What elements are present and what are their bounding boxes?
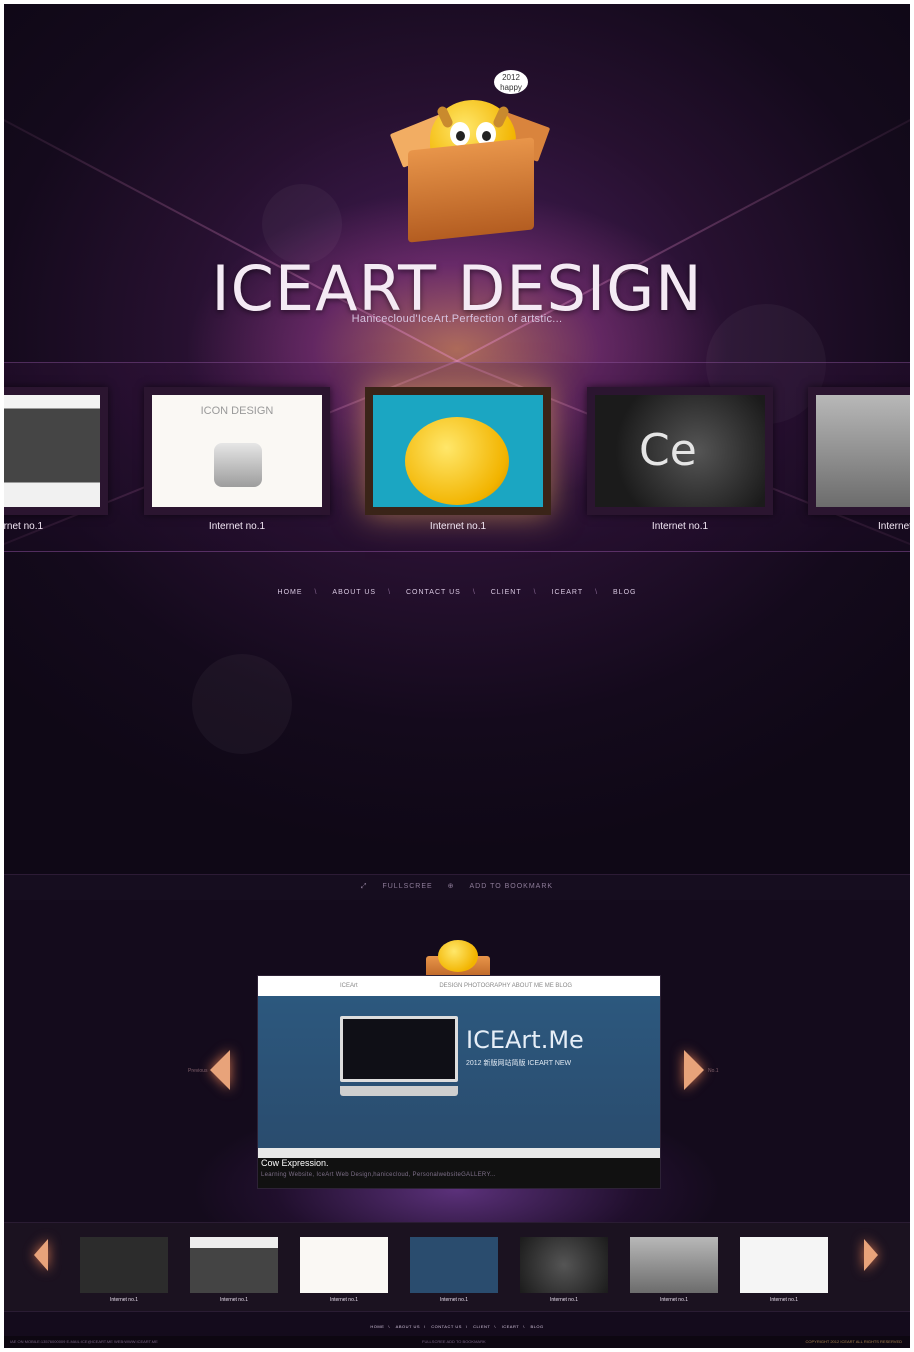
strip-thumb-label: Internet no.1 xyxy=(329,1297,359,1303)
nav-home[interactable]: HOME xyxy=(278,589,303,596)
cow-face-icon xyxy=(405,417,509,505)
thumbnail-ice-logo: Ce xyxy=(595,395,765,507)
bookmark-link[interactable]: ADD TO BOOKMARK xyxy=(469,883,553,890)
mascot-logo[interactable]: 2012 happy xyxy=(389,70,554,243)
carousel-item-label: Internet no.1 xyxy=(651,521,709,532)
strip-thumb[interactable] xyxy=(520,1237,608,1293)
portfolio-carousel: Internet no.1 ICON DESIGN Internet no.1 … xyxy=(4,362,910,552)
next-label: No.1 xyxy=(708,1068,719,1074)
carousel-item[interactable] xyxy=(808,387,910,515)
carousel-item-label: Internet no.1 xyxy=(208,521,266,532)
feature-caption: Cow Expression. xyxy=(261,1158,329,1168)
gallery-page: Previous No.1 ICEArt DESIGN PHOTOGRAPHY … xyxy=(4,900,910,1348)
nav-blog[interactable]: BLOG xyxy=(613,589,636,596)
footer-contact: IAE ON MOBILE:13576000009 E-MAIL:ICE@ICE… xyxy=(10,1339,158,1344)
hero-page: 2012 happy ICEART DESIGN Hanicecloud'Ice… xyxy=(4,4,910,900)
monitor-stand xyxy=(340,1086,458,1096)
footer-nav-blog[interactable]: BLOG xyxy=(530,1324,543,1329)
carousel-item[interactable]: ICON DESIGN xyxy=(144,387,330,515)
strip-thumb[interactable] xyxy=(410,1237,498,1293)
bookmark-icon[interactable]: ⊕ xyxy=(448,883,455,890)
footer-nav-home[interactable]: HOME xyxy=(370,1324,384,1329)
site-subtitle: Hanicecloud'IceArt.Perfection of artstic… xyxy=(351,313,563,325)
prev-arrow-icon[interactable] xyxy=(210,1050,230,1090)
feature-caption-sub: Learning Website, IceArt Web Design,hani… xyxy=(261,1172,496,1178)
footer-nav-client[interactable]: CLIENT xyxy=(473,1324,490,1329)
feature-header-links: DESIGN PHOTOGRAPHY ABOUT ME ME BLOG xyxy=(439,983,573,989)
strip-thumb[interactable] xyxy=(80,1237,168,1293)
speech-bubble: 2012 happy xyxy=(494,70,528,94)
thumbnail-text: ICON DESIGN xyxy=(200,405,274,417)
feature-site-header: ICEArt DESIGN PHOTOGRAPHY ABOUT ME ME BL… xyxy=(258,976,660,996)
strip-thumb-label: Internet no.1 xyxy=(219,1297,249,1303)
fullscreen-icon[interactable]: ⤢ xyxy=(361,883,368,890)
nav-about[interactable]: ABOUT US xyxy=(332,589,376,596)
carousel-item-label: Internet no.1 xyxy=(4,521,44,532)
horn xyxy=(491,104,511,130)
apple-box-icon xyxy=(214,443,262,487)
feature-brand: ICEArt.Me xyxy=(466,1026,584,1054)
footer-nav-iceart[interactable]: ICEART xyxy=(502,1324,520,1329)
bokeh-orb xyxy=(192,654,292,754)
carousel-item-label: Internet no.1 xyxy=(429,521,487,532)
thumbnail-cow-mascot xyxy=(373,395,543,507)
feature-brand-sub: 2012 新版网站简版 ICEART NEW xyxy=(466,1060,572,1067)
footer-nav: HOME \ ABOUT US \ CONTACT US \ CLIENT \ ICEA… xyxy=(370,1324,544,1329)
prev-label: Previous xyxy=(188,1068,208,1074)
site-footer: IAE ON MOBILE:13576000009 E-MAIL:ICE@ICE… xyxy=(4,1336,910,1348)
feature-header-brand: ICEArt xyxy=(340,983,358,989)
page-frame: 2012 happy ICEART DESIGN Hanicecloud'Ice… xyxy=(4,4,910,1348)
ice-logo-icon: Ce xyxy=(639,425,697,476)
featured-project[interactable]: ICEArt DESIGN PHOTOGRAPHY ABOUT ME ME BL… xyxy=(257,975,661,1189)
strip-thumb-label: Internet no.1 xyxy=(439,1297,469,1303)
carousel-item[interactable] xyxy=(4,387,108,515)
main-nav: HOME \ ABOUT US \ CONTACT US \ CLIENT \ ICEA… xyxy=(277,589,637,596)
thumbnail-website xyxy=(4,395,100,507)
thumbnail-strip: Internet no.1 Internet no.1 Internet no.… xyxy=(4,1222,910,1312)
footer-tools[interactable]: FULLSCREE ADD TO BOOKMARK xyxy=(422,1336,486,1348)
strip-thumb-label: Internet no.1 xyxy=(769,1297,799,1303)
fullscreen-link[interactable]: FULLSCREE xyxy=(382,883,432,890)
thumbnail-icon-design: ICON DESIGN xyxy=(152,395,322,507)
box xyxy=(408,137,534,243)
footer-nav-contact[interactable]: CONTACT US xyxy=(431,1324,462,1329)
monitor-illustration xyxy=(340,1016,458,1082)
carousel-item-label: Internet xyxy=(878,521,910,532)
strip-thumb-label: Internet no.1 xyxy=(549,1297,579,1303)
next-arrow-icon[interactable] xyxy=(684,1050,704,1090)
strip-thumb-label: Internet no.1 xyxy=(659,1297,689,1303)
strip-thumb[interactable] xyxy=(740,1237,828,1293)
strip-thumb-label: Internet no.1 xyxy=(109,1297,139,1303)
carousel-item-active[interactable] xyxy=(365,387,551,515)
feature-footer-strip xyxy=(258,1148,660,1158)
strip-thumb[interactable] xyxy=(300,1237,388,1293)
carousel-item[interactable]: Ce xyxy=(587,387,773,515)
thumbnail-cow-photo xyxy=(816,395,910,507)
footer-nav-about[interactable]: ABOUT US xyxy=(396,1324,420,1329)
eye xyxy=(450,122,470,146)
footer-copyright: COPYRIGHT 2012 ICEART ALL RIGHTS RESERVE… xyxy=(805,1339,902,1344)
cow-head xyxy=(438,940,478,972)
nav-iceart[interactable]: ICEART xyxy=(552,589,584,596)
nav-client[interactable]: CLIENT xyxy=(491,589,522,596)
feature-screenshot: ICEArt.Me 2012 新版网站简版 ICEART NEW xyxy=(258,996,660,1148)
strip-prev-icon[interactable] xyxy=(34,1239,48,1271)
strip-thumb[interactable] xyxy=(630,1237,718,1293)
strip-thumb[interactable] xyxy=(190,1237,278,1293)
nav-contact[interactable]: CONTACT US xyxy=(406,589,461,596)
strip-next-icon[interactable] xyxy=(864,1239,878,1271)
page-toolbar: ⤢ FULLSCREE ⊕ ADD TO BOOKMARK xyxy=(4,874,910,900)
